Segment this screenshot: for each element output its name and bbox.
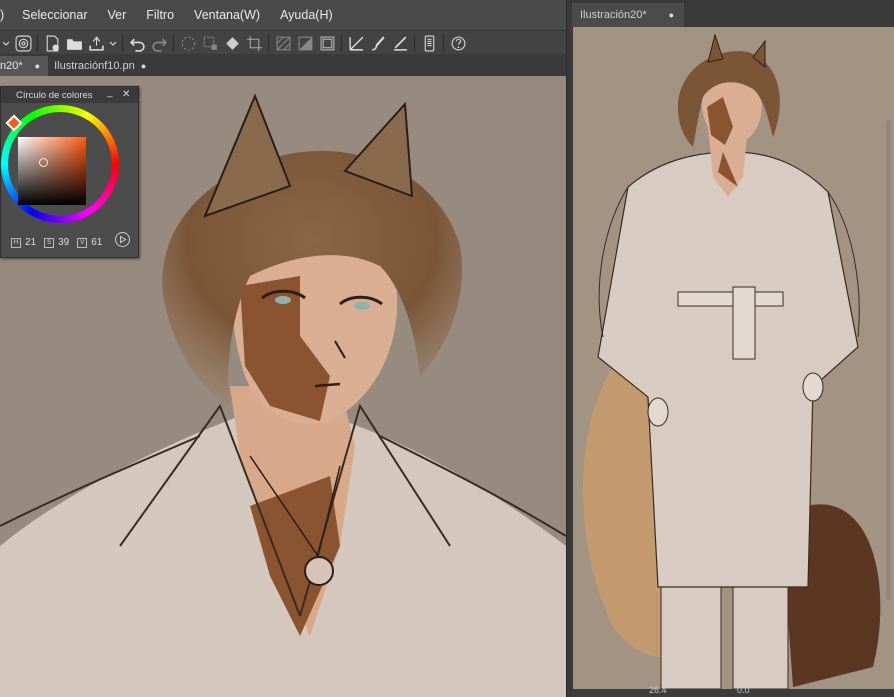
help-icon[interactable] xyxy=(447,32,469,54)
zoom-readout[interactable]: 26.4 xyxy=(649,685,667,695)
menu-item-filter[interactable]: Filtro xyxy=(136,8,184,22)
toolbar-divider xyxy=(268,34,269,52)
toolbar-divider xyxy=(37,34,38,52)
pane-divider[interactable] xyxy=(566,0,573,697)
canvas-navigator[interactable] xyxy=(573,27,894,689)
smartphone-icon[interactable] xyxy=(418,32,440,54)
new-file-icon[interactable] xyxy=(41,32,63,54)
toolbar-divider xyxy=(443,34,444,52)
modified-dot-icon[interactable]: ● xyxy=(35,61,40,71)
modified-dot-icon[interactable]: ● xyxy=(141,61,146,71)
document-tabs-right: Ilustración20* ● xyxy=(572,0,894,27)
modified-dot-icon[interactable]: ● xyxy=(669,10,674,20)
document-tabs-left: n20* ● Ilustraciónf10.pn ● xyxy=(0,54,566,76)
sv-cursor[interactable] xyxy=(39,158,48,167)
menu-item-partial[interactable]: ) xyxy=(0,8,12,22)
hatch-icon[interactable] xyxy=(272,32,294,54)
menu-item-window[interactable]: Ventana(W) xyxy=(184,8,270,22)
select-transform-icon[interactable] xyxy=(199,32,221,54)
toolbar-divider xyxy=(173,34,174,52)
half-tone-icon[interactable] xyxy=(294,32,316,54)
v-value: 61 xyxy=(91,237,103,248)
spiral-icon[interactable] xyxy=(12,32,34,54)
menu-item-view[interactable]: Ver xyxy=(98,8,137,22)
h-value: 21 xyxy=(25,237,37,248)
open-folder-icon[interactable] xyxy=(63,32,85,54)
play-icon[interactable] xyxy=(115,232,130,247)
chevron-down-icon[interactable] xyxy=(107,32,119,54)
artwork-full-figure xyxy=(583,33,881,689)
command-bar xyxy=(0,30,566,56)
menu-item-select[interactable]: Seleccionar xyxy=(12,8,97,22)
tab-ilustracion20-right[interactable]: Ilustración20* ● xyxy=(572,3,685,27)
magic-wand-icon[interactable] xyxy=(177,32,199,54)
ruler-pen-icon[interactable] xyxy=(389,32,411,54)
s-value: 39 xyxy=(58,237,70,248)
toolbar-divider xyxy=(122,34,123,52)
tab-label: Ilustraciónf10.pn xyxy=(54,60,135,72)
ruler-icon[interactable] xyxy=(345,32,367,54)
export-icon[interactable] xyxy=(85,32,107,54)
toolbar-divider xyxy=(414,34,415,52)
s-label: S xyxy=(44,237,55,248)
panel-header[interactable]: Círculo de colores _ ✕ xyxy=(1,87,138,103)
frame-icon[interactable] xyxy=(316,32,338,54)
crop-icon[interactable] xyxy=(243,32,265,54)
vertical-scrollbar[interactable] xyxy=(886,120,891,600)
color-wheel-panel: Círculo de colores _ ✕ H 21 S 39 V 61 xyxy=(0,86,139,258)
v-label: V xyxy=(77,237,88,248)
undo-icon[interactable] xyxy=(126,32,148,54)
menu-item-help[interactable]: Ayuda(H) xyxy=(270,8,343,22)
toolbar-divider xyxy=(341,34,342,52)
tab-ilustracion20[interactable]: n20* ● xyxy=(0,56,49,76)
close-icon[interactable]: ✕ xyxy=(122,89,130,100)
menu-bar: ) Seleccionar Ver Filtro Ventana(W) Ayud… xyxy=(0,0,566,30)
hsv-readout: H 21 S 39 V 61 xyxy=(11,237,110,248)
brush-icon[interactable] xyxy=(367,32,389,54)
redo-icon[interactable] xyxy=(148,32,170,54)
tab-label: n20* xyxy=(0,60,23,72)
rotation-readout[interactable]: 0.0 xyxy=(737,685,750,695)
chevron-down-icon[interactable] xyxy=(0,32,12,54)
panel-title: Círculo de colores xyxy=(16,89,93,101)
tab-ilustracionf10[interactable]: Ilustraciónf10.pn ● xyxy=(48,56,154,76)
fill-icon[interactable] xyxy=(221,32,243,54)
status-bar-right: 26.4 0.0 xyxy=(573,685,894,697)
saturation-value-square[interactable] xyxy=(18,137,86,205)
h-label: H xyxy=(11,237,21,248)
minimize-icon[interactable]: _ xyxy=(107,87,113,98)
tab-label: Ilustración20* xyxy=(580,9,647,21)
